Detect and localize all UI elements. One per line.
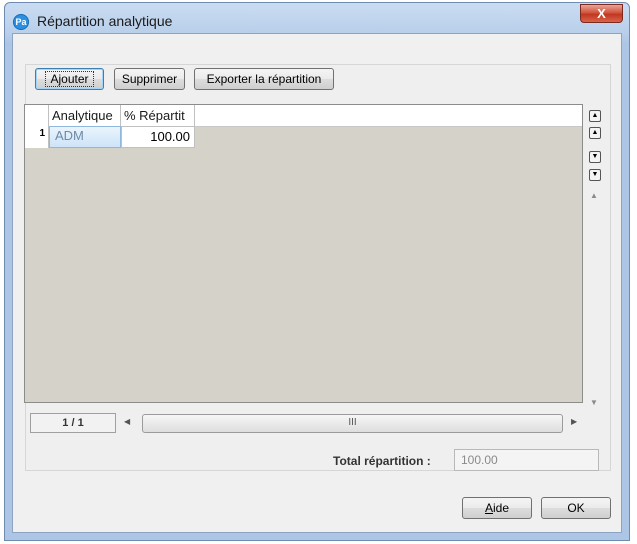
close-button[interactable]: X (580, 4, 623, 23)
help-button[interactable]: Aide (462, 497, 532, 519)
cell-repartition[interactable]: 100.00 (121, 126, 195, 148)
add-button-label: Ajouter (45, 71, 94, 87)
record-pager: 1 / 1 (30, 413, 116, 433)
delete-button[interactable]: Supprimer (114, 68, 185, 90)
analytics-grid[interactable]: Analytique % Répartit 1 ADM 100.00 (24, 104, 583, 403)
total-label: Total répartition : (333, 454, 431, 468)
add-button[interactable]: Ajouter (35, 68, 104, 90)
grid-header: Analytique % Répartit (25, 105, 582, 127)
scroll-down-arrow-icon[interactable]: ▼ (590, 398, 598, 407)
move-down-icon: ▼ (591, 153, 599, 160)
horizontal-scrollbar-thumb[interactable]: III (142, 414, 563, 433)
row-number[interactable]: 1 (25, 126, 49, 148)
total-field: 100.00 (454, 449, 599, 471)
move-down-button[interactable]: ▼ (589, 151, 601, 163)
app-icon: Pa (13, 14, 29, 30)
cell-analytique[interactable]: ADM (49, 126, 121, 148)
window-title: Répartition analytique (37, 13, 173, 29)
ok-button[interactable]: OK (541, 497, 611, 519)
move-last-icon: ▼ (591, 171, 599, 178)
column-header-analytique[interactable]: Analytique (49, 105, 121, 126)
export-button[interactable]: Exporter la répartition (194, 68, 334, 90)
scroll-right-arrow-icon[interactable]: ▶ (571, 417, 577, 426)
scroll-up-arrow-icon[interactable]: ▲ (590, 191, 598, 200)
scroll-left-arrow-icon[interactable]: ◀ (124, 417, 130, 426)
move-up-button[interactable]: ▲ (589, 127, 601, 139)
move-up-icon: ▲ (591, 129, 599, 136)
move-first-button[interactable]: ▲ (589, 110, 601, 122)
help-button-label: ide (493, 501, 510, 515)
row-header-corner (25, 105, 49, 126)
move-last-button[interactable]: ▼ (589, 169, 601, 181)
column-header-repartition[interactable]: % Répartit (121, 105, 195, 126)
help-mnemonic: A (484, 501, 493, 515)
move-first-icon: ▲ (591, 112, 599, 119)
